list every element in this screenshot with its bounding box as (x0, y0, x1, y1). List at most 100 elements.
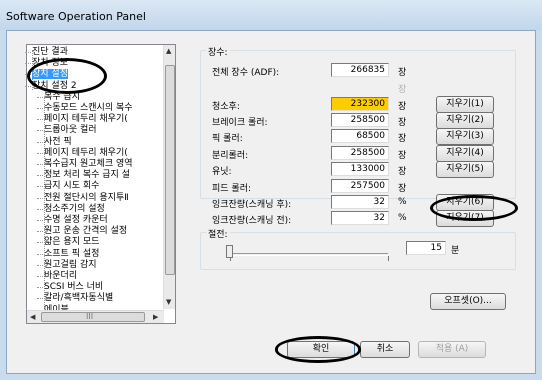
scroll-down-icon[interactable]: ▼ (166, 298, 171, 306)
tree-item-label: 수명 설정 카운터 (44, 215, 108, 225)
tree-item[interactable]: 장치 설정 (32, 68, 68, 80)
title-bar: Software Operation Panel (0, 0, 542, 30)
power-save-unit: 분 (451, 246, 460, 256)
count-unit: 장 (398, 68, 407, 78)
count-label: 브레이크 롤러: (212, 118, 268, 128)
tree-item-label: 복수 급지 (44, 92, 80, 102)
slider-thumb[interactable] (226, 245, 233, 258)
tree-item-label: 복수급지 원고체크 영역 (44, 159, 133, 169)
power-save-group (200, 232, 516, 270)
tree-item-label: 칼라/흑백자동식별 (44, 293, 114, 303)
count-label: 청소후: (212, 102, 240, 112)
clear-button[interactable]: 지우기(5) (436, 161, 494, 178)
count-label: 분리롤러: (212, 151, 249, 161)
count-unit: % (398, 213, 407, 223)
offset-button[interactable]: 오프셋(O)... (430, 293, 506, 310)
count-label: 전체 장수 (ADF): (212, 68, 280, 78)
tree-horizontal-scrollbar[interactable]: ◀ III ▶ (27, 310, 164, 323)
count-unit: 장 (398, 151, 407, 161)
scrollbar-thumb[interactable] (165, 65, 175, 275)
tree-line (37, 175, 43, 176)
apply-button[interactable]: 적용 (A) (418, 341, 486, 358)
clear-button[interactable]: 지우기(6) (436, 194, 494, 211)
tree-item-label: 바운더리 (44, 271, 78, 281)
tree-item-label: 드롭아웃 컬러 (44, 125, 97, 135)
tree-item-label: 급지 시도 회수 (44, 181, 100, 191)
tree-item-label: 장치 정보 (32, 58, 68, 68)
tree-line (37, 164, 43, 165)
tree-item-label: 청소주기의 설정 (44, 204, 105, 214)
count-value: 232300 (331, 97, 389, 111)
count-unit: 장 (398, 85, 407, 95)
slider-tick (388, 256, 389, 261)
tree-vertical-scrollbar[interactable]: ▲ ▼ (163, 45, 175, 309)
count-value: 266835 (331, 63, 389, 77)
tree-line (37, 231, 43, 232)
count-label: 잉크잔량(스캐닝 전): (212, 216, 292, 226)
tree-line (25, 86, 31, 87)
tree-item-label: 페이지 테두리 채우기( (44, 114, 128, 124)
tree-line (37, 209, 43, 210)
count-value: 133000 (331, 162, 389, 176)
tree-line (37, 186, 43, 187)
tree-line (25, 52, 31, 53)
tree-line (37, 198, 43, 199)
tree-item-label: 원고 운송 간격의 설정 (44, 226, 128, 236)
tree-item[interactable]: 칼라/흑백자동식별 (44, 292, 113, 304)
count-value: 32 (331, 195, 389, 209)
scroll-up-icon[interactable]: ▲ (166, 47, 171, 55)
count-unit: 장 (398, 167, 407, 177)
scroll-right-icon[interactable]: ▶ (153, 313, 158, 321)
tree-item[interactable]: 드롭아웃 컬러 (44, 124, 97, 136)
clear-button[interactable]: 지우기(4) (436, 145, 494, 162)
window-title: Software Operation Panel (6, 10, 146, 23)
tree-item-label: 정보 처리 복수 급지 설 (44, 170, 130, 180)
count-unit: 장 (398, 118, 407, 128)
tree-item-label: SCSI 버스 너비 (44, 282, 104, 292)
count-unit: % (398, 197, 407, 207)
tree-line (37, 119, 43, 120)
tree-line (37, 254, 43, 255)
count-unit: 장 (398, 102, 407, 112)
tree-item[interactable]: 급지 시도 회수 (44, 180, 99, 192)
scroll-left-icon[interactable]: ◀ (30, 313, 35, 321)
tree-line (37, 97, 43, 98)
power-save-value: 15 (406, 241, 446, 255)
count-label: 잉크잔량(스캐닝 후): (212, 200, 292, 210)
count-value: 258500 (331, 146, 389, 160)
tree-item-label: 원고걸림 감지 (44, 260, 97, 270)
tree-item-label: 장치 설정 2 (32, 81, 77, 91)
tree-line (37, 108, 43, 109)
tree-item-label: 페이지 테두리 채우기( (44, 148, 128, 158)
power-save-slider[interactable] (230, 253, 388, 256)
tree-item-label: 전원 절단시의 용지투Ⅱ (44, 193, 129, 203)
count-label: 픽 롤러: (212, 134, 243, 144)
tree-line (37, 265, 43, 266)
tree-item[interactable]: 얇은 용지 모드 (44, 236, 99, 248)
clear-button[interactable]: 지우기(3) (436, 128, 494, 145)
thumb-grip: III (86, 312, 94, 321)
tree-line (37, 276, 43, 277)
tree-line (37, 298, 43, 299)
tree-line (37, 220, 43, 221)
count-value: 32 (331, 211, 389, 225)
clear-button[interactable]: 지우기(2) (436, 112, 494, 129)
cancel-button[interactable]: 취소 (360, 341, 410, 358)
tree-line (37, 142, 43, 143)
count-value: 258500 (331, 113, 389, 127)
scrollbar-thumb[interactable]: III (41, 312, 145, 322)
power-save-group-title: 절전: (206, 227, 230, 240)
count-value: 68500 (331, 129, 389, 143)
clear-button[interactable]: 지우기(1) (436, 96, 494, 113)
count-unit: 장 (398, 134, 407, 144)
tree-line (37, 287, 43, 288)
count-label: 유닛: (212, 167, 232, 177)
tree-item-label: 진단 결과 (32, 47, 68, 57)
tree-line (25, 74, 31, 75)
tree-item-label: 사전 픽 (44, 137, 72, 147)
tree-line (25, 63, 31, 64)
clear-button[interactable]: 지우기(7) (436, 210, 494, 227)
count-label: 피드 롤러: (212, 184, 252, 194)
tree-line (37, 153, 43, 154)
ok-button[interactable]: 확인 (287, 341, 355, 358)
